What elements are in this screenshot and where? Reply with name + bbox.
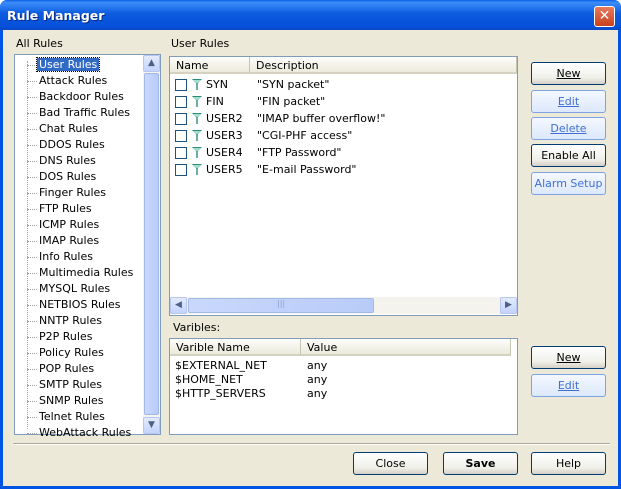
rule-description: "FTP Password" [257, 146, 342, 159]
tree-item-label: POP Rules [39, 362, 95, 375]
rule-description: "FIN packet" [257, 95, 326, 108]
tree-item-label: SMTP Rules [39, 378, 102, 391]
tree-item-label: Telnet Rules [39, 410, 105, 423]
variable-name: $HTTP_SERVERS [175, 387, 266, 400]
tree-item-label: DNS Rules [39, 154, 96, 167]
rule-name: USER3 [206, 129, 243, 142]
rule-name: SYN [206, 78, 228, 91]
column-header-variable-name[interactable]: Varible Name [170, 339, 301, 356]
rule-checkbox[interactable] [175, 164, 187, 176]
rule-name: USER2 [206, 112, 243, 125]
tree-item-label: ICMP Rules [39, 218, 100, 231]
dialog-client-area: All Rules User Rules Attack Rules Backdoor… [3, 30, 618, 486]
rule-flag-icon [192, 164, 202, 175]
rule-manager-window: Rule Manager ✕ All Rules User Rules Attac… [0, 0, 621, 489]
scroll-down-icon[interactable]: ▼ [143, 417, 160, 434]
tree-item-label: DDOS Rules [39, 138, 105, 151]
variable-row[interactable]: $HTTP_SERVERS any [175, 387, 327, 401]
tree-item-label: IMAP Rules [39, 234, 100, 247]
rule-checkbox[interactable] [175, 130, 187, 142]
help-button[interactable]: Help [531, 452, 606, 475]
rule-name: USER4 [206, 146, 243, 159]
rule-checkbox[interactable] [175, 113, 187, 125]
variable-value: any [307, 373, 328, 386]
rule-description: "CGI-PHF access" [257, 129, 353, 142]
scroll-right-icon[interactable]: ▶ [500, 297, 517, 314]
tree-item-label: P2P Rules [39, 330, 93, 343]
rule-description: "SYN packet" [257, 78, 330, 91]
alarm-setup-button[interactable]: Alarm Setup [531, 172, 606, 195]
footer-separator [13, 443, 610, 445]
rule-flag-icon [192, 147, 202, 158]
tree-item-label: DOS Rules [39, 170, 97, 183]
tree-item-label: Bad Traffic Rules [39, 106, 130, 119]
variables-label: Varibles: [173, 321, 221, 334]
column-header-name[interactable]: Name [170, 57, 250, 74]
column-header-value[interactable]: Value [301, 339, 511, 356]
rule-description: "IMAP buffer overflow!" [257, 112, 386, 125]
close-icon: ✕ [598, 8, 611, 24]
tree-item-label: FTP Rules [39, 202, 92, 215]
close-button[interactable]: Close [353, 452, 428, 475]
tree-item-label: Attack Rules [39, 74, 108, 87]
tree-item-label: NNTP Rules [39, 314, 102, 327]
rule-flag-icon [192, 79, 202, 90]
window-title: Rule Manager [7, 8, 105, 23]
tree-item-label: Finger Rules [39, 186, 106, 199]
variable-name: $EXTERNAL_NET [175, 359, 267, 372]
tree-vertical-scrollbar[interactable]: ▲ ▼ [143, 55, 160, 434]
variables-list[interactable]: Varible Name Value $EXTERNAL_NET any $HOME… [169, 338, 518, 435]
rule-name: USER5 [206, 163, 243, 176]
new-variable-button[interactable]: New [531, 346, 606, 369]
tree-item-label: Multimedia Rules [39, 266, 134, 279]
scroll-up-icon[interactable]: ▲ [143, 55, 160, 72]
variable-value: any [307, 387, 328, 400]
rules-scroll-thumb[interactable]: ||| [188, 298, 374, 313]
tree-item-label: MYSQL Rules [39, 282, 111, 295]
delete-rule-button[interactable]: Delete [531, 117, 606, 140]
rule-checkbox[interactable] [175, 96, 187, 108]
close-window-button[interactable]: ✕ [594, 6, 615, 27]
tree-item-label: WebAttack Rules [39, 426, 132, 439]
rule-flag-icon [192, 96, 202, 107]
variable-row[interactable]: $HOME_NET any [175, 373, 327, 387]
tree-item-label: SNMP Rules [39, 394, 104, 407]
tree-item-label: NETBIOS Rules [39, 298, 121, 311]
user-rules-list[interactable]: Name Description SYN "SYN packet" FIN "FIN … [169, 56, 518, 316]
rules-horizontal-scrollbar[interactable]: ◀ ||| ▶ [170, 297, 517, 314]
variable-value: any [307, 359, 328, 372]
tree-item-label: User Rules [35, 57, 101, 72]
save-button[interactable]: Save [443, 452, 518, 475]
tree-item-label: Chat Rules [39, 122, 98, 135]
all-rules-label: All Rules [16, 37, 63, 50]
rule-checkbox[interactable] [175, 147, 187, 159]
tree-item-label: Backdoor Rules [39, 90, 124, 103]
column-header-description[interactable]: Description [250, 57, 517, 74]
edit-variable-button[interactable]: Edit [531, 374, 606, 397]
enable-all-button[interactable]: Enable All [531, 144, 606, 167]
title-bar[interactable]: Rule Manager ✕ [0, 0, 621, 30]
variable-name: $HOME_NET [175, 373, 243, 386]
user-rules-label: User Rules [171, 37, 230, 50]
scroll-left-icon[interactable]: ◀ [170, 297, 187, 314]
variable-row[interactable]: $EXTERNAL_NET any [175, 359, 327, 373]
rule-checkbox[interactable] [175, 79, 187, 91]
rule-description: "E-mail Password" [257, 163, 357, 176]
rule-name: FIN [206, 95, 224, 108]
rule-flag-icon [192, 113, 202, 124]
rule-flag-icon [192, 130, 202, 141]
all-rules-tree[interactable]: User Rules Attack Rules Backdoor Rules Bad … [14, 54, 161, 439]
tree-item-label: Info Rules [39, 250, 93, 263]
new-rule-button[interactable]: New [531, 62, 606, 85]
tree-item-label: Policy Rules [39, 346, 104, 359]
edit-rule-button[interactable]: Edit [531, 90, 606, 113]
tree-scroll-thumb[interactable] [144, 73, 159, 415]
